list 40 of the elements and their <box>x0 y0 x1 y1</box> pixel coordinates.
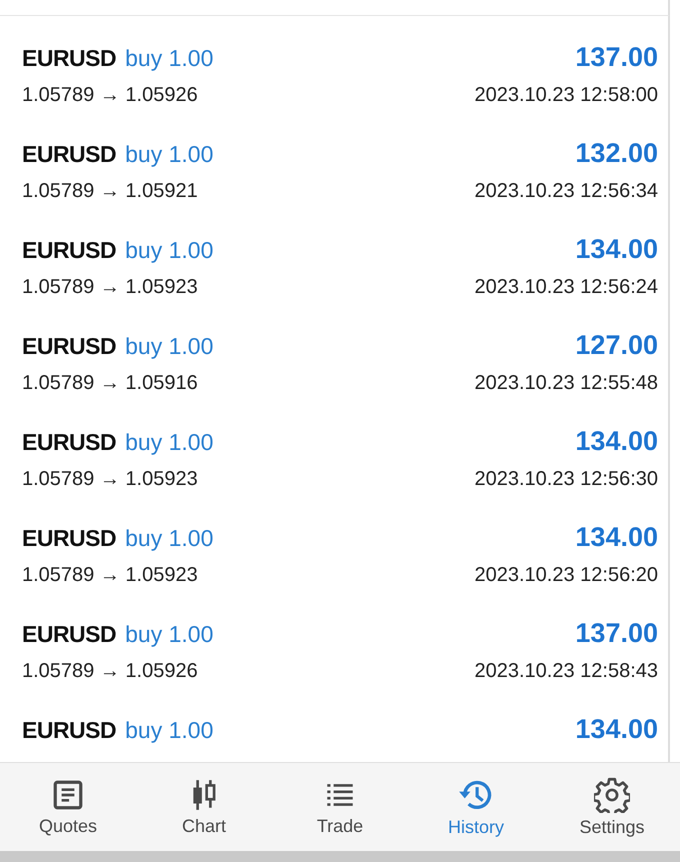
price-range: 1.05789 → 1.05923 <box>22 564 198 587</box>
deal-type: buy 1.00 <box>125 429 214 456</box>
profit-value: 127.00 <box>575 330 658 361</box>
settings-icon <box>594 776 630 812</box>
price-range: 1.05789 → 1.05923 <box>22 468 198 491</box>
deal-type: buy 1.00 <box>125 717 214 744</box>
symbol-label: EURUSD <box>22 141 116 168</box>
deal-type: buy 1.00 <box>125 45 214 72</box>
deal-time: 2023.10.23 12:56:34 <box>474 180 658 203</box>
profit-value: 137.00 <box>575 618 658 649</box>
profit-value: 134.00 <box>575 714 658 745</box>
deal-time: 2023.10.23 12:56:24 <box>474 276 658 299</box>
price-range: 1.05789 → 1.05916 <box>22 372 198 395</box>
symbol-label: EURUSD <box>22 621 116 648</box>
price-range: 1.05789 → 1.05923 <box>22 276 198 299</box>
symbol-label: EURUSD <box>22 525 116 552</box>
symbol-label: EURUSD <box>22 429 116 456</box>
profit-value: 134.00 <box>575 522 658 553</box>
deal-time: 2023.10.23 12:56:20 <box>474 564 658 587</box>
deal-type: buy 1.00 <box>125 621 214 648</box>
deal-type: buy 1.00 <box>125 333 214 360</box>
symbol-label: EURUSD <box>22 717 116 744</box>
deal-time: 2023.10.23 12:55:48 <box>474 372 658 395</box>
price-range: 1.05789 → 1.05921 <box>22 180 198 203</box>
price-range: 1.05789 → 1.05926 <box>22 84 198 107</box>
profit-value: 134.00 <box>575 234 658 265</box>
document-icon <box>51 778 85 812</box>
deal-type: buy 1.00 <box>125 525 214 552</box>
symbol-label: EURUSD <box>22 45 116 72</box>
price-range: 1.05789 → 1.05926 <box>22 660 198 683</box>
symbol-label: EURUSD <box>22 237 116 264</box>
deal-time: 2023.10.23 12:58:00 <box>474 84 658 107</box>
deal-time: 2023.10.23 12:56:30 <box>474 468 658 491</box>
profit-value: 132.00 <box>575 138 658 169</box>
deal-type: buy 1.00 <box>125 141 214 168</box>
symbol-label: EURUSD <box>22 333 116 360</box>
profit-value: 134.00 <box>575 426 658 457</box>
deal-type: buy 1.00 <box>125 237 214 264</box>
deal-time: 2023.10.23 12:58:43 <box>474 660 658 683</box>
profit-value: 137.00 <box>575 42 658 73</box>
